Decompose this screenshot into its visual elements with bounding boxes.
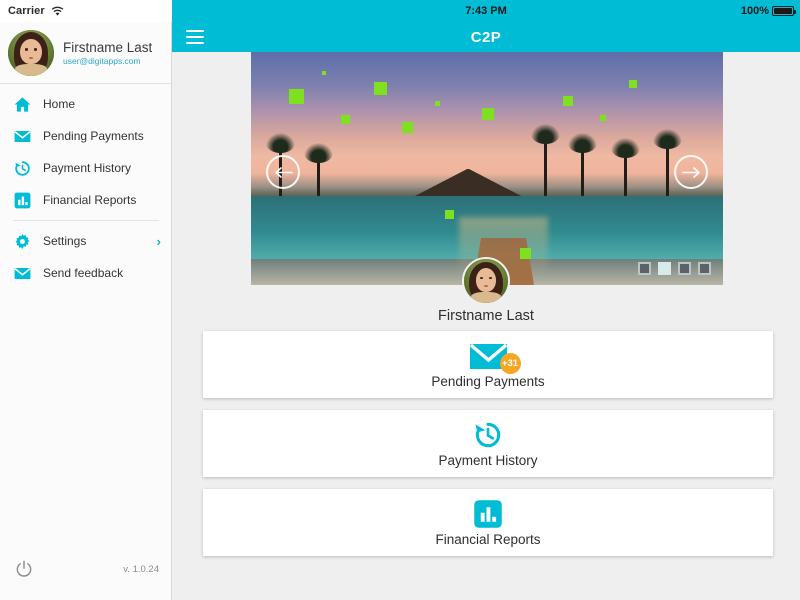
card-icon-wrapper: +31 bbox=[467, 341, 521, 374]
carousel-next-button[interactable] bbox=[674, 155, 708, 189]
gear-icon bbox=[15, 233, 30, 249]
arrow-right-icon bbox=[681, 166, 700, 178]
page-title: C2P bbox=[470, 28, 502, 46]
menu-divider bbox=[13, 220, 159, 221]
action-cards: +31 Pending Payments Payment History Fin… bbox=[203, 331, 773, 568]
envelope-icon bbox=[14, 267, 31, 279]
sidebar-profile[interactable]: Firstname Last user@digitapps.com bbox=[0, 22, 171, 84]
carousel-prev-button[interactable] bbox=[266, 155, 300, 189]
battery-full-icon bbox=[772, 6, 796, 16]
arrow-left-icon bbox=[274, 166, 293, 178]
envelope-icon bbox=[14, 130, 31, 142]
sidebar-item-settings[interactable]: Settings › bbox=[0, 225, 171, 257]
history-clock-icon bbox=[15, 160, 30, 176]
wifi-icon bbox=[51, 6, 64, 16]
app-root: Carrier 7:43 PM 100% Firstname Last user… bbox=[0, 0, 800, 600]
bar-chart-icon bbox=[474, 499, 502, 528]
clock-label: 7:43 PM bbox=[465, 5, 507, 17]
carrier-label: Carrier bbox=[8, 5, 45, 17]
pending-count-badge: +31 bbox=[499, 352, 521, 374]
hero-user-name: Firstname Last bbox=[438, 308, 534, 324]
card-pending-payments[interactable]: +31 Pending Payments bbox=[203, 331, 773, 398]
profile-email: user@digitapps.com bbox=[63, 55, 141, 66]
carousel-image bbox=[251, 52, 723, 285]
card-payment-history[interactable]: Payment History bbox=[203, 410, 773, 477]
card-label: Payment History bbox=[438, 452, 538, 468]
sidebar-item-home[interactable]: Home bbox=[0, 88, 171, 120]
sidebar-item-label: Payment History bbox=[43, 161, 132, 175]
power-icon[interactable] bbox=[14, 559, 34, 579]
sidebar-item-label: Home bbox=[43, 97, 76, 111]
carousel-dot-active[interactable] bbox=[658, 262, 671, 275]
carousel-dot[interactable] bbox=[638, 262, 651, 275]
home-icon bbox=[14, 96, 31, 112]
sidebar-item-financial-reports[interactable]: Financial Reports bbox=[0, 184, 171, 216]
battery-percent-label: 100% bbox=[740, 5, 769, 17]
sidebar-item-payment-history[interactable]: Payment History bbox=[0, 152, 171, 184]
profile-name: Firstname Last bbox=[63, 39, 153, 55]
battery-indicator: 100% bbox=[740, 0, 796, 22]
card-icon-wrapper bbox=[471, 420, 505, 450]
sidebar-item-label: Financial Reports bbox=[43, 193, 137, 207]
image-carousel[interactable] bbox=[251, 52, 723, 285]
card-label: Pending Payments bbox=[431, 373, 545, 389]
app-bar: C2P bbox=[172, 22, 800, 52]
card-financial-reports[interactable]: Financial Reports bbox=[203, 489, 773, 556]
status-bar-right: 7:43 PM 100% bbox=[172, 0, 800, 22]
sidebar-item-label: Send feedback bbox=[43, 266, 124, 280]
sidebar-item-label: Pending Payments bbox=[43, 129, 144, 143]
sidebar-item-label: Settings bbox=[43, 234, 87, 248]
chevron-right-icon: › bbox=[156, 233, 161, 249]
main-content: Firstname Last +31 Pending Payments Paym… bbox=[172, 52, 800, 600]
sidebar-footer: v. 1.0.24 bbox=[0, 550, 171, 600]
avatar bbox=[8, 29, 54, 76]
card-icon-wrapper bbox=[473, 499, 503, 529]
status-bar-left: Carrier bbox=[0, 0, 172, 22]
carousel-dot[interactable] bbox=[678, 262, 691, 275]
sidebar: Firstname Last user@digitapps.com Home P… bbox=[0, 22, 172, 600]
sidebar-menu: Home Pending Payments Payment History Fi… bbox=[0, 84, 171, 289]
history-clock-icon bbox=[475, 422, 501, 447]
status-bar: Carrier 7:43 PM 100% bbox=[0, 0, 800, 22]
card-label: Financial Reports bbox=[435, 531, 541, 547]
carousel-dot[interactable] bbox=[698, 262, 711, 275]
sidebar-item-pending-payments[interactable]: Pending Payments bbox=[0, 120, 171, 152]
avatar bbox=[462, 257, 510, 305]
bar-chart-icon bbox=[14, 192, 31, 208]
carousel-pagination[interactable] bbox=[638, 262, 711, 275]
sidebar-item-send-feedback[interactable]: Send feedback bbox=[0, 257, 171, 289]
version-label: v. 1.0.24 bbox=[123, 563, 159, 575]
